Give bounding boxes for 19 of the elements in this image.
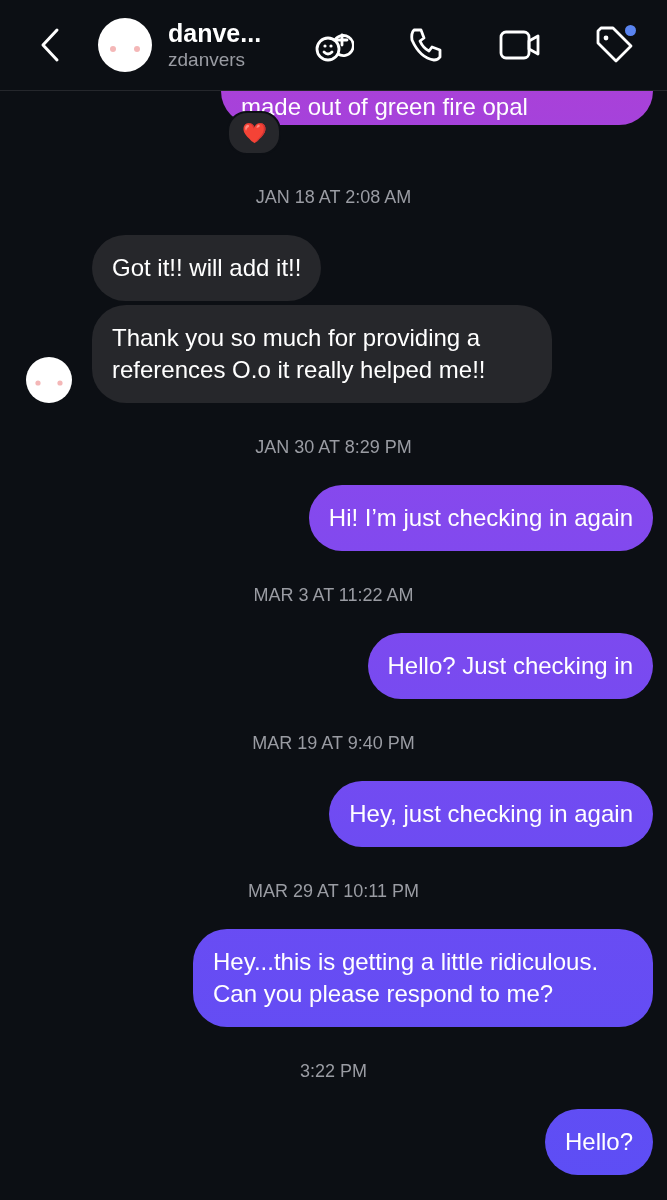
avatar[interactable]: [98, 18, 152, 72]
timestamp: JAN 30 AT 8:29 PM: [254, 436, 413, 458]
contact-name[interactable]: danve...: [168, 18, 288, 48]
message-bubble[interactable]: Hello? Just checking in: [367, 633, 653, 699]
avatar[interactable]: [26, 357, 72, 403]
message-bubble[interactable]: Hi! I’m just checking in again: [308, 485, 653, 551]
timestamp: MAR 3 AT 11:22 AM: [252, 584, 415, 606]
timestamp: MAR 19 AT 9:40 PM: [251, 732, 416, 754]
username: zdanvers: [168, 48, 247, 72]
timestamp: 3:22 PM: [298, 1060, 368, 1082]
tag-icon[interactable]: [594, 25, 634, 65]
message-bubble[interactable]: Thank you so much for providing a references O.o it really helped me!!: [92, 305, 552, 403]
message-bubble[interactable]: Hey, just checking in again: [329, 781, 653, 847]
back-icon[interactable]: [40, 27, 60, 63]
message-bubble[interactable]: Hey...this is getting a little ridiculous. Can you please respond to me?: [193, 929, 653, 1027]
message-bubble[interactable]: Got it!! will add it!!: [92, 235, 322, 301]
timestamp: MAR 29 AT 10:11 PM: [246, 880, 421, 902]
timestamp: JAN 18 AT 2:08 AM: [254, 186, 413, 208]
message-bubble[interactable]: Hello?: [544, 1109, 653, 1175]
